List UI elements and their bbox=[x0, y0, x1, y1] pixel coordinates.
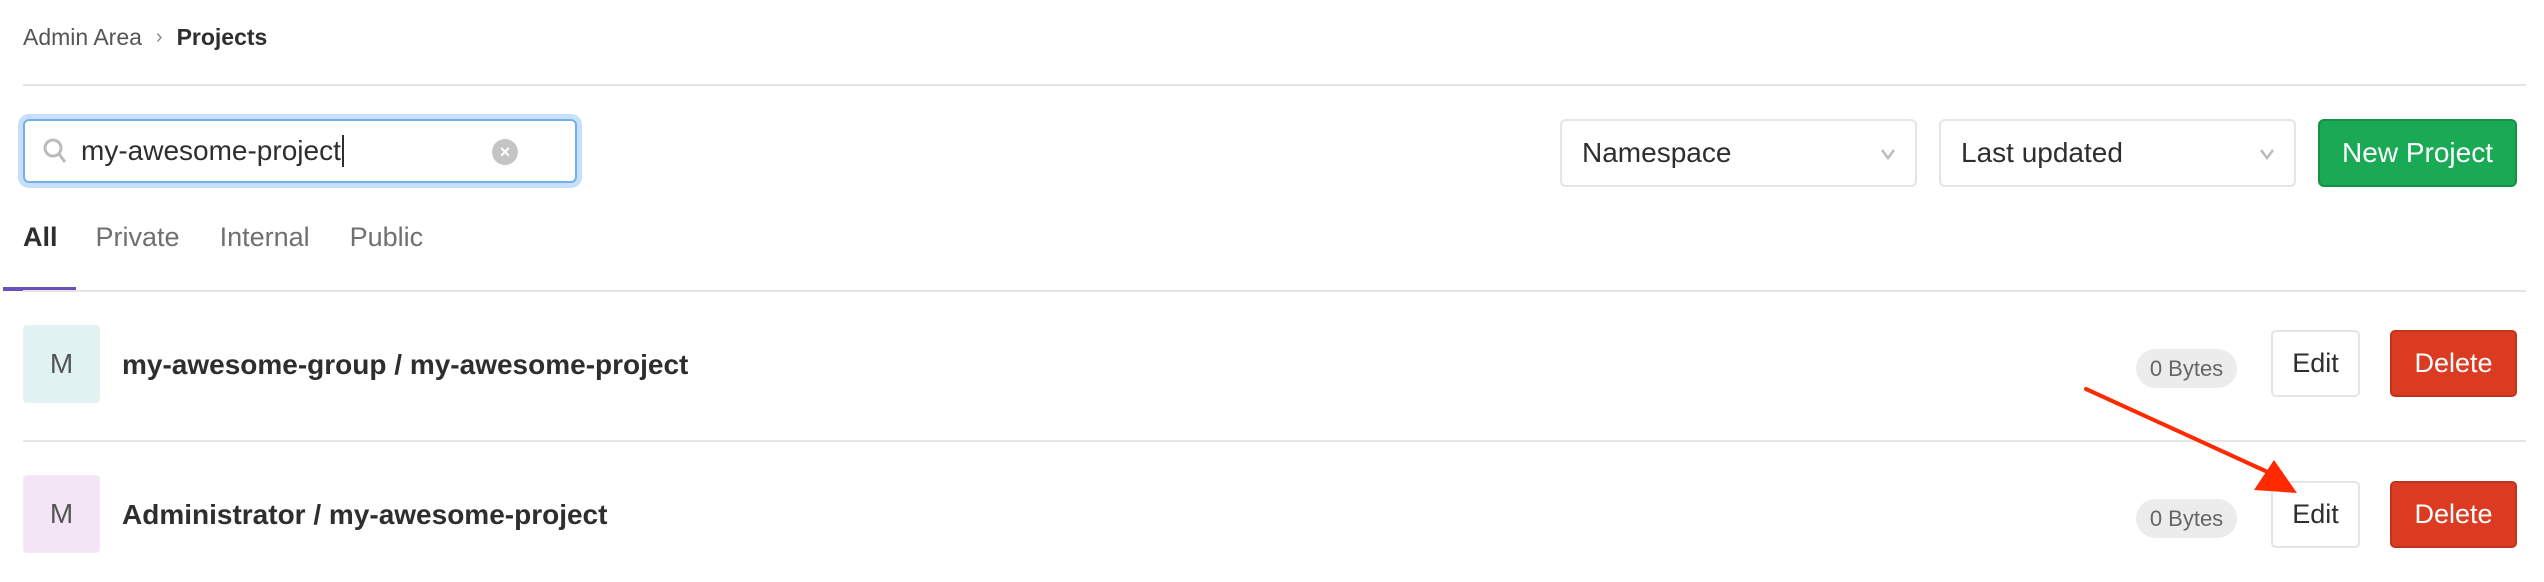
annotation-arrow-icon bbox=[2084, 387, 2297, 493]
